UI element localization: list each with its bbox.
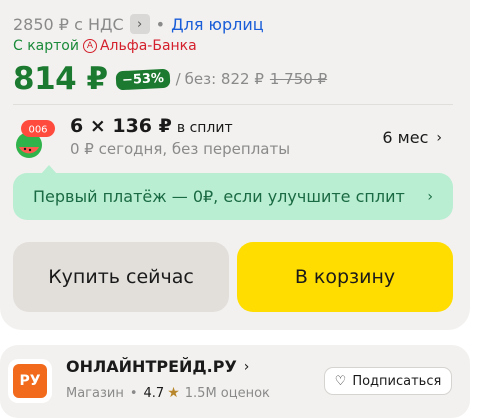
old-price: 1 750 ₽ — [269, 70, 328, 88]
banner-pointer — [41, 165, 57, 174]
split-amount: 6 × 136 ₽ — [70, 115, 172, 137]
bank-offer-prefix: С картой — [13, 38, 79, 54]
heart-icon: ♡ — [334, 373, 347, 389]
main-price: 814 ₽ — [13, 61, 108, 97]
shop-meta: Магазин • 4.7 ★ 1.5M оценок — [66, 385, 270, 401]
product-offer-card: 2850 ₽ с НДС › • Для юрлиц С картой A Ал… — [0, 0, 470, 330]
alfa-bank-icon: A — [82, 39, 97, 53]
price-separator: / — [175, 70, 181, 88]
subscribe-label: Подписаться — [352, 373, 442, 389]
shop-rating: 4.7 — [143, 385, 165, 401]
shop-logo-text: РУ — [13, 364, 47, 398]
split-amount-row[interactable]: 6 × 136 ₽ в сплит — [70, 115, 233, 137]
split-icon: 006 — [16, 120, 55, 158]
bank-offer-row: С картой A Альфа-Банка — [13, 38, 197, 54]
split-icon-badge: 006 — [28, 125, 47, 136]
split-upgrade-banner[interactable]: Первый платёж — 0₽, если улучшите сплит … — [13, 165, 453, 220]
legal-price-info-button[interactable]: › — [129, 14, 150, 34]
shop-name: ОНЛАЙНТРЕЙД.РУ — [66, 357, 237, 376]
star-icon: ★ — [167, 385, 180, 401]
chevron-right-icon: › — [436, 129, 442, 146]
legal-entity-link[interactable]: Для юрлиц — [171, 15, 264, 34]
split-months: 6 мес — [382, 128, 429, 147]
split-months-selector[interactable]: 6 мес › — [382, 128, 442, 147]
bank-name: Альфа-Банка — [99, 38, 197, 54]
chevron-right-icon: › — [243, 358, 250, 375]
shop-type: Магазин — [66, 385, 124, 401]
divider — [13, 104, 453, 105]
subscribe-button[interactable]: ♡ Подписаться — [324, 367, 452, 395]
shop-name-link[interactable]: ОНЛАЙНТРЕЙД.РУ › — [66, 357, 249, 376]
shop-card: РУ ОНЛАЙНТРЕЙД.РУ › Магазин • 4.7 ★ 1.5M… — [0, 345, 470, 418]
chevron-right-icon: › — [137, 16, 143, 32]
shop-reviews: 1.5M оценок — [184, 385, 270, 401]
separator-dot: • — [129, 385, 138, 401]
separator-dot: • — [155, 14, 166, 34]
chevron-right-icon: › — [427, 188, 433, 205]
legal-price: 2850 ₽ с НДС — [13, 14, 124, 34]
split-subtitle: 0 ₽ сегодня, без переплаты — [70, 140, 291, 158]
legal-price-row: 2850 ₽ с НДС › • Для юрлиц — [13, 13, 264, 35]
discount-badge: −53% — [115, 68, 171, 90]
buy-now-button[interactable]: Купить сейчас — [13, 242, 229, 312]
split-label: в сплит — [176, 120, 233, 136]
price-row: 814 ₽ −53% / без: 822 ₽ 1 750 ₽ — [13, 58, 327, 100]
add-to-cart-button[interactable]: В корзину — [237, 242, 453, 312]
banner-text: Первый платёж — 0₽, если улучшите сплит — [33, 187, 405, 206]
price-without-card: без: 822 ₽ — [184, 70, 264, 88]
shop-logo[interactable]: РУ — [8, 359, 52, 403]
